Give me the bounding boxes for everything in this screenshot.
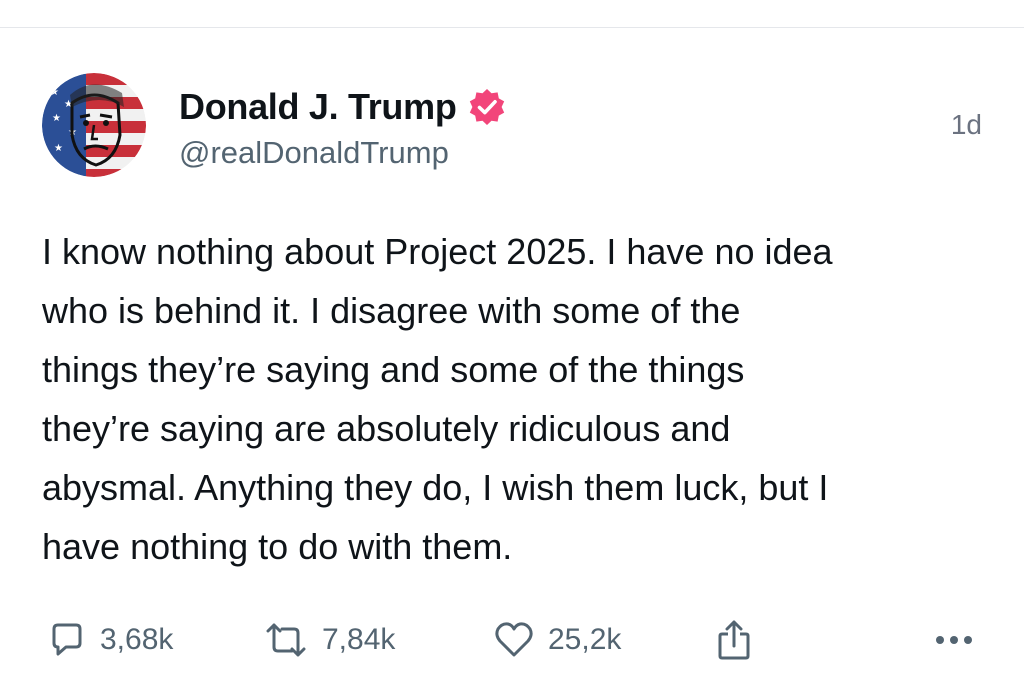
- author-avatar[interactable]: ★ ★ ★ ★ ★: [42, 73, 146, 177]
- like-button[interactable]: 25,2k: [494, 612, 621, 668]
- share-button[interactable]: [716, 612, 752, 668]
- reply-button[interactable]: 3,68k: [48, 612, 173, 668]
- repost-icon: [266, 623, 306, 657]
- flag-portrait-avatar-icon: ★ ★ ★ ★ ★: [42, 73, 146, 177]
- heart-icon: [495, 622, 533, 657]
- post-header: ★ ★ ★ ★ ★ Donald J. Trump @realDonaldTru…: [42, 73, 982, 177]
- author-handle[interactable]: @realDonaldTrump: [179, 135, 449, 171]
- repost-button[interactable]: 7,84k: [264, 612, 395, 668]
- repost-count: 7,84k: [322, 623, 396, 656]
- post-page: ★ ★ ★ ★ ★ Donald J. Trump @realDonaldTru…: [0, 0, 1024, 696]
- top-divider: [0, 27, 1024, 28]
- svg-text:★: ★: [52, 113, 61, 124]
- svg-text:★: ★: [54, 143, 63, 154]
- author-display-name[interactable]: Donald J. Trump: [179, 86, 457, 128]
- more-icon: [936, 636, 972, 644]
- like-count: 25,2k: [548, 623, 622, 656]
- post-actions-bar: 3,68k 7,84k 25,2k: [42, 612, 982, 668]
- post-timestamp[interactable]: 1d: [951, 109, 982, 141]
- more-button[interactable]: [934, 612, 974, 668]
- post-body-text: I know nothing about Project 2025. I hav…: [42, 231, 833, 567]
- reply-icon: [52, 623, 82, 656]
- verified-badge-icon: [469, 89, 504, 125]
- display-name-row: Donald J. Trump: [179, 83, 507, 131]
- reply-count: 3,68k: [100, 623, 174, 656]
- share-icon: [718, 620, 750, 660]
- svg-text:★: ★: [50, 87, 59, 98]
